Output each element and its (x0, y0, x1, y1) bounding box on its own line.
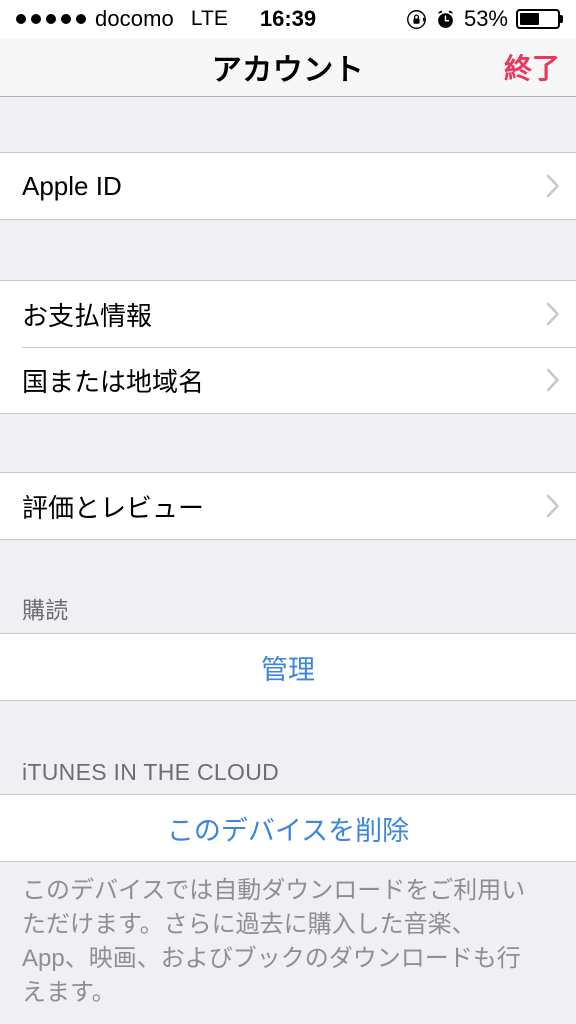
chevron-right-icon (545, 301, 560, 327)
row-payment-info-label: お支払情報 (22, 300, 153, 331)
page-title: アカウント (211, 54, 365, 87)
status-bar: docomo LTE 16:39 53% (0, 0, 576, 38)
chevron-right-icon (545, 173, 560, 199)
group-spacer-2 (0, 414, 576, 472)
remove-this-device-button[interactable]: このデバイスを削除 (0, 795, 576, 861)
battery-icon (516, 9, 560, 29)
row-ratings-reviews-label: 評価とレビュー (22, 492, 205, 523)
group-spacer-top (0, 97, 576, 152)
section-header-itunes-in-the-cloud: iTUNES IN THE CLOUD (0, 701, 576, 794)
reviews-group: 評価とレビュー (0, 472, 576, 540)
row-apple-id[interactable]: Apple ID .. (0, 153, 576, 219)
row-payment-info[interactable]: お支払情報 (0, 281, 576, 347)
chevron-right-icon (545, 367, 560, 393)
alarm-clock-icon (435, 9, 456, 30)
row-apple-id-value: .. (513, 172, 527, 199)
screen: docomo LTE 16:39 53% アカウント 終了 Apple ID .… (0, 0, 576, 1024)
navigation-bar: アカウント 終了 (0, 38, 576, 97)
apple-id-group: Apple ID .. (0, 152, 576, 220)
account-info-group: お支払情報 国または地域名 (0, 280, 576, 414)
section-header-subscriptions: 購読 (0, 540, 576, 633)
status-bar-right: 53% (406, 6, 560, 32)
network-type-label: LTE (190, 7, 228, 30)
battery-percent-label: 53% (463, 6, 508, 31)
itunes-cloud-footer-text: このデバイスでは自動ダウンロードをご利用いただけます。さらに過去に購入した音楽、… (0, 862, 576, 1017)
chevron-right-icon (545, 493, 560, 519)
section-header-itunes-pass: iTUNES PASS (0, 1016, 576, 1023)
row-apple-id-label: Apple ID (22, 170, 122, 201)
done-button[interactable]: 終了 (504, 47, 560, 87)
row-ratings-reviews[interactable]: 評価とレビュー (0, 473, 576, 539)
itunes-cloud-group: このデバイスを削除 (0, 794, 576, 862)
manage-subscriptions-button[interactable]: 管理 (0, 634, 576, 700)
carrier-label: docomo (95, 6, 174, 31)
row-country-region-label: 国または地域名 (22, 366, 205, 397)
status-bar-left: docomo LTE (16, 6, 228, 32)
row-country-region[interactable]: 国または地域名 (0, 347, 576, 413)
subscriptions-group: 管理 (0, 633, 576, 701)
signal-strength-icon (16, 14, 86, 24)
settings-list[interactable]: Apple ID .. お支払情報 国または地域名 評価とレビュー 購読 管理 … (0, 97, 576, 1023)
group-spacer-1 (0, 220, 576, 280)
rotation-lock-icon (406, 9, 427, 30)
